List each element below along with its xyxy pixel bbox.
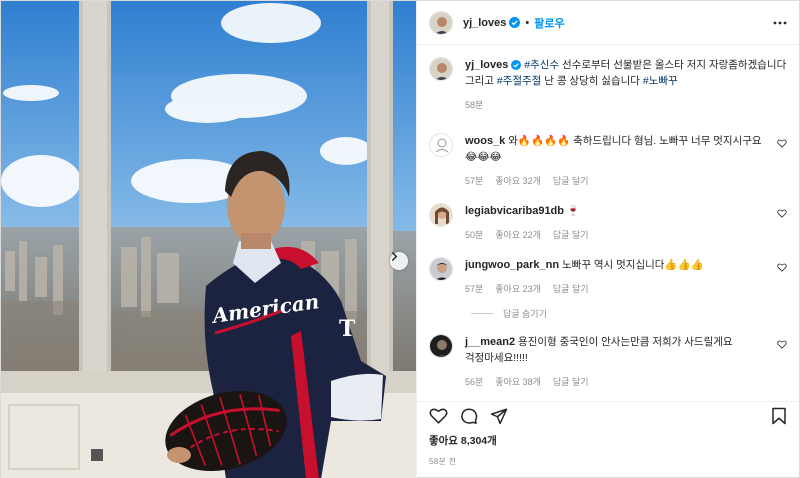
- comment-item: legiabvicariba91db 🍷 50분 좋아요 22개 답글 달기: [428, 203, 787, 241]
- more-options-button[interactable]: [773, 21, 787, 25]
- instagram-post-window: American T yj_loves • 팔로우 yj_loves #추신수 …: [0, 0, 800, 478]
- author-avatar[interactable]: [428, 57, 453, 81]
- commenter-avatar[interactable]: [428, 257, 453, 281]
- follow-button[interactable]: 팔로우: [534, 15, 564, 31]
- author-username[interactable]: yj_loves: [463, 17, 506, 29]
- hashtag-link[interactable]: #노빠꾸: [643, 75, 678, 87]
- comment-time[interactable]: 57분: [465, 174, 483, 187]
- comment-time[interactable]: 57분: [465, 282, 483, 295]
- posted-time[interactable]: 58분 전: [417, 448, 799, 478]
- caption-text: yj_loves #추신수 선수로부터 선물받은 올스타 저지 자랑좀하겠습니다…: [465, 57, 787, 89]
- replies-divider-line: [470, 313, 493, 314]
- reply-button[interactable]: 답글 달기: [553, 282, 589, 295]
- caption-body: 난 콩 상당히 싫습니다: [541, 75, 643, 87]
- comment-likes[interactable]: 좋아요 23개: [495, 282, 541, 295]
- comment-button[interactable]: [460, 407, 478, 425]
- hide-replies-button[interactable]: 답글 숨기기: [470, 307, 787, 320]
- comment-item: woos_k 와🔥🔥🔥🔥 축하드립니다 형님. 노빠꾸 너무 멋지시구요😂😂😂 …: [428, 133, 787, 187]
- comment-time[interactable]: 56분: [465, 375, 483, 388]
- heart-icon: [429, 408, 448, 424]
- action-bar: [416, 401, 799, 429]
- like-button[interactable]: [429, 407, 448, 424]
- commenter-avatar[interactable]: [428, 203, 453, 227]
- hashtag-link[interactable]: #주절주절: [497, 75, 541, 87]
- hashtag-link[interactable]: #추신수: [524, 59, 559, 71]
- bookmark-icon: [772, 407, 786, 424]
- comment-likes[interactable]: 좋아요 22개: [495, 228, 541, 241]
- heart-icon[interactable]: [777, 209, 787, 218]
- hide-replies-label: 답글 숨기기: [502, 309, 547, 319]
- author-avatar[interactable]: [428, 10, 453, 35]
- comments-list[interactable]: yj_loves #추신수 선수로부터 선물받은 올스타 저지 자랑좀하겠습니다…: [417, 45, 799, 399]
- comment-username[interactable]: woos_k: [465, 135, 505, 147]
- chevron-right-icon: [391, 252, 398, 261]
- heart-icon[interactable]: [777, 139, 787, 148]
- heart-icon[interactable]: [777, 340, 787, 349]
- commenter-avatar[interactable]: [428, 133, 453, 157]
- comment-likes[interactable]: 좋아요 32개: [495, 174, 541, 187]
- comment-username[interactable]: jungwoo_park_nn: [465, 259, 559, 271]
- commenter-avatar[interactable]: [428, 334, 453, 358]
- comment-text: 와🔥🔥🔥🔥 축하드립니다 형님. 노빠꾸 너무 멋지시구요😂😂😂: [464, 135, 762, 163]
- comment-text: 노빠꾸 역시 멋지십니다👍👍👍: [562, 259, 704, 271]
- comment-likes[interactable]: 좋아요 38개: [495, 375, 541, 388]
- verified-badge-icon: [509, 17, 521, 28]
- separator-dot: •: [525, 16, 530, 29]
- photo-scene: American T: [1, 1, 416, 478]
- comment-item: jungwoo_park_nn 노빠꾸 역시 멋지십니다👍👍👍 57분 좋아요 …: [428, 257, 787, 295]
- comment-icon: [461, 408, 478, 424]
- svg-text:T: T: [339, 316, 356, 342]
- caption-username[interactable]: yj_loves: [465, 59, 508, 71]
- reply-button[interactable]: 답글 달기: [553, 174, 589, 187]
- comment-text: 🍷: [566, 205, 580, 217]
- heart-icon[interactable]: [777, 263, 787, 272]
- post-caption: yj_loves #추신수 선수로부터 선물받은 올스타 저지 자랑좀하겠습니다…: [428, 57, 787, 111]
- comment-item: j__mean2 용진이형 중국인이 안사는만큼 저희가 사드릴게요 걱정마세요…: [428, 334, 787, 388]
- reply-button[interactable]: 답글 달기: [553, 228, 589, 241]
- comment-username[interactable]: j__mean2: [465, 336, 515, 348]
- post-side-panel: yj_loves • 팔로우 yj_loves #추신수 선수로부터 선물받은 …: [415, 1, 799, 478]
- comment-username[interactable]: legiabvicariba91db: [465, 205, 564, 217]
- post-photo[interactable]: American T: [1, 1, 416, 478]
- send-icon: [490, 408, 508, 424]
- reply-button[interactable]: 답글 달기: [553, 375, 589, 388]
- more-options-icon: [773, 21, 787, 24]
- caption-timestamp[interactable]: 58분: [465, 98, 483, 111]
- post-header: yj_loves • 팔로우: [416, 1, 799, 45]
- likes-count[interactable]: 좋아요 8,304개: [417, 429, 799, 448]
- verified-badge-icon: [511, 60, 522, 70]
- save-button[interactable]: [771, 407, 787, 425]
- next-photo-button[interactable]: [390, 252, 408, 270]
- comment-time[interactable]: 50분: [465, 228, 483, 241]
- share-button[interactable]: [490, 407, 508, 425]
